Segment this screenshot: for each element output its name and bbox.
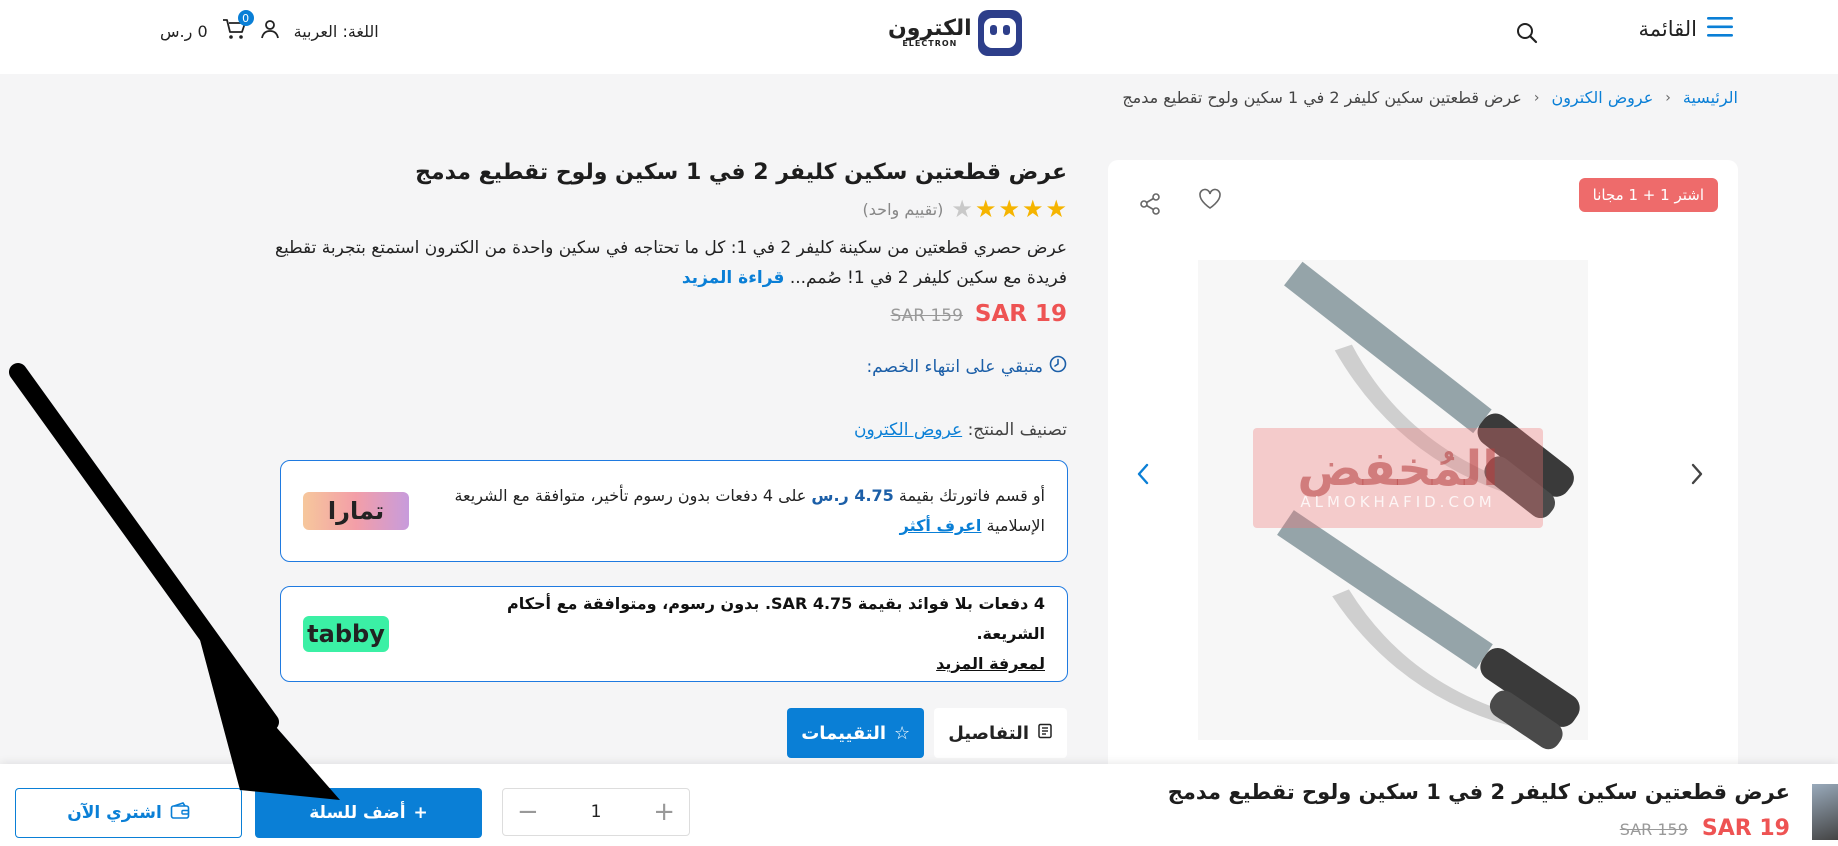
price-row: SAR 19 SAR 159 (247, 301, 1068, 327)
bottom-price-original: SAR 159 (1619, 820, 1688, 839)
tamara-logo: تمارا (303, 492, 409, 530)
logo-robot-icon (977, 10, 1022, 56)
tamara-text: أو قسم فاتورتك بقيمة 4.75 ر.س على 4 دفعا… (435, 481, 1045, 541)
quantity-value[interactable]: 1 (591, 802, 602, 822)
watermark-logo: المُخفض ALMOKHAFID.COM (1253, 428, 1543, 528)
product-description: عرض حصري قطعتين من سكينة كليفر 2 في 1: ك… (247, 233, 1067, 293)
cart-count-badge: 0 (237, 10, 254, 26)
clock-icon (1049, 355, 1067, 378)
countdown-label: متبقي على انتهاء الخصم: (866, 356, 1043, 377)
tabby-logo: tabby (303, 616, 389, 652)
tabby-installments-box: 4 دفعات بلا فوائد بقيمة SAR 4.75. بدون ر… (280, 586, 1068, 682)
gallery-prev-arrow-icon[interactable] (1136, 462, 1150, 490)
plus-icon: + (413, 803, 428, 823)
bottom-product-title: عرض قطعتين سكين كليفر 2 في 1 سكين ولوح ت… (1167, 780, 1790, 804)
tabby-learn-more-link[interactable]: لمعرفة المزيد (936, 654, 1045, 673)
document-icon (1037, 723, 1053, 744)
menu-button[interactable]: القائمة (1638, 16, 1733, 42)
cart-total: 0 ر.س (160, 21, 208, 41)
cart-button[interactable]: 0 (222, 10, 254, 44)
buy-now-button[interactable]: اشتري الآن (15, 788, 242, 838)
star-filled-icon: ★ (998, 195, 1020, 223)
account-icon[interactable] (260, 19, 280, 43)
logo-text-en: ELECTRON (902, 39, 958, 48)
product-info: عرض قطعتين سكين كليفر 2 في 1 سكين ولوح ت… (247, 160, 1067, 440)
tab-reviews[interactable]: ☆ التقييمات (787, 708, 925, 758)
rating-count: (تقييم واحد) (862, 199, 944, 219)
product-title: عرض قطعتين سكين كليفر 2 في 1 سكين ولوح ت… (415, 160, 1067, 185)
buy-now-label: اشتري الآن (67, 803, 162, 823)
rating-row[interactable]: ★ ★ ★ ★ ★ (تقييم واحد) (247, 197, 1067, 221)
tamara-learn-more-link[interactable]: اعرف أكثر (900, 516, 982, 535)
rating-stars: ★ ★ ★ ★ ★ (951, 197, 1067, 221)
category-link[interactable]: عروض الكترون (854, 420, 962, 440)
discount-countdown: متبقي على انتهاء الخصم: (247, 355, 1067, 378)
star-filled-icon: ★ (974, 195, 997, 223)
chevron-left-icon: ‹ (1665, 89, 1671, 106)
add-to-cart-label: أضف للسلة (309, 803, 406, 823)
breadcrumb-category[interactable]: عروض الكترون (1551, 88, 1653, 107)
quantity-stepper: − 1 + (502, 788, 690, 836)
breadcrumb-current: عرض قطعتين سكين كليفر 2 في 1 سكين ولوح ت… (1122, 88, 1522, 107)
tamara-amount: 4.75 ر.س (811, 486, 894, 505)
star-filled-icon: ★ (1021, 195, 1044, 223)
tabby-text: 4 دفعات بلا فوائد بقيمة SAR 4.75. بدون ر… (435, 589, 1045, 679)
watermark-text-en: ALMOKHAFID.COM (1300, 493, 1496, 511)
star-outline-icon: ☆ (894, 722, 911, 744)
product-category: تصنيف المنتج: عروض الكترون (247, 420, 1067, 440)
menu-label: القائمة (1638, 17, 1698, 41)
gallery-next-arrow-icon[interactable] (1690, 462, 1704, 490)
tabby-text-main: 4 دفعات بلا فوائد بقيمة SAR 4.75. بدون ر… (506, 594, 1045, 643)
tab-details-label: التفاصيل (948, 722, 1029, 744)
tab-details[interactable]: التفاصيل (934, 708, 1067, 758)
description-text: عرض حصري قطعتين من سكينة كليفر 2 في 1: ك… (274, 238, 1067, 288)
decrease-quantity-button[interactable]: − (517, 799, 539, 825)
sticky-add-to-cart-bar: عرض قطعتين سكين كليفر 2 في 1 سكين ولوح ت… (0, 764, 1838, 846)
site-header: القائمة الكترون ELECTRON اللغة: العربية … (0, 0, 1838, 74)
tab-reviews-label: التقييمات (801, 722, 887, 744)
promo-badge: اشتر 1 + 1 مجانا (1578, 178, 1718, 212)
watermark-text-ar: المُخفض (1297, 441, 1499, 497)
product-gallery: اشتر 1 + 1 مجانا المُخفض ALMOKHAFID.COM (1108, 160, 1738, 780)
star-empty-icon: ★ (951, 195, 973, 223)
bottom-product-thumbnail (1812, 784, 1838, 840)
category-label: تصنيف المنتج: (967, 420, 1067, 440)
breadcrumb: الرئيسية ‹ عروض الكترون ‹ عرض قطعتين سكي… (1122, 88, 1738, 107)
language-selector[interactable]: اللغة: العربية (294, 22, 379, 41)
price-original: SAR 159 (890, 306, 963, 326)
tamara-text-pre: أو قسم فاتورتك بقيمة (898, 486, 1045, 505)
search-icon[interactable] (1516, 22, 1538, 48)
cart-icon (222, 19, 246, 44)
heart-icon[interactable] (1198, 188, 1222, 214)
hamburger-icon (1707, 16, 1733, 42)
chevron-left-icon: ‹ (1533, 89, 1540, 106)
wallet-icon (170, 801, 190, 825)
read-more-link[interactable]: قراءة المزيد (682, 268, 785, 288)
breadcrumb-home[interactable]: الرئيسية (1683, 88, 1738, 107)
share-icon[interactable] (1138, 192, 1162, 220)
add-to-cart-button[interactable]: + أضف للسلة (255, 788, 482, 838)
star-filled-icon: ★ (1045, 195, 1067, 223)
site-logo[interactable]: الكترون ELECTRON (888, 10, 1022, 56)
bottom-price-row: SAR 19 SAR 159 (1620, 816, 1790, 841)
price-current: SAR 19 (974, 301, 1067, 327)
increase-quantity-button[interactable]: + (653, 799, 675, 825)
tamara-installments-box: أو قسم فاتورتك بقيمة 4.75 ر.س على 4 دفعا… (280, 460, 1068, 562)
header-utilities: اللغة: العربية 0 0 ر.س (160, 10, 379, 44)
bottom-price-current: SAR 19 (1701, 816, 1790, 841)
logo-text-ar: الكترون (888, 16, 972, 41)
product-tabs: التفاصيل ☆ التقييمات (787, 708, 1067, 758)
